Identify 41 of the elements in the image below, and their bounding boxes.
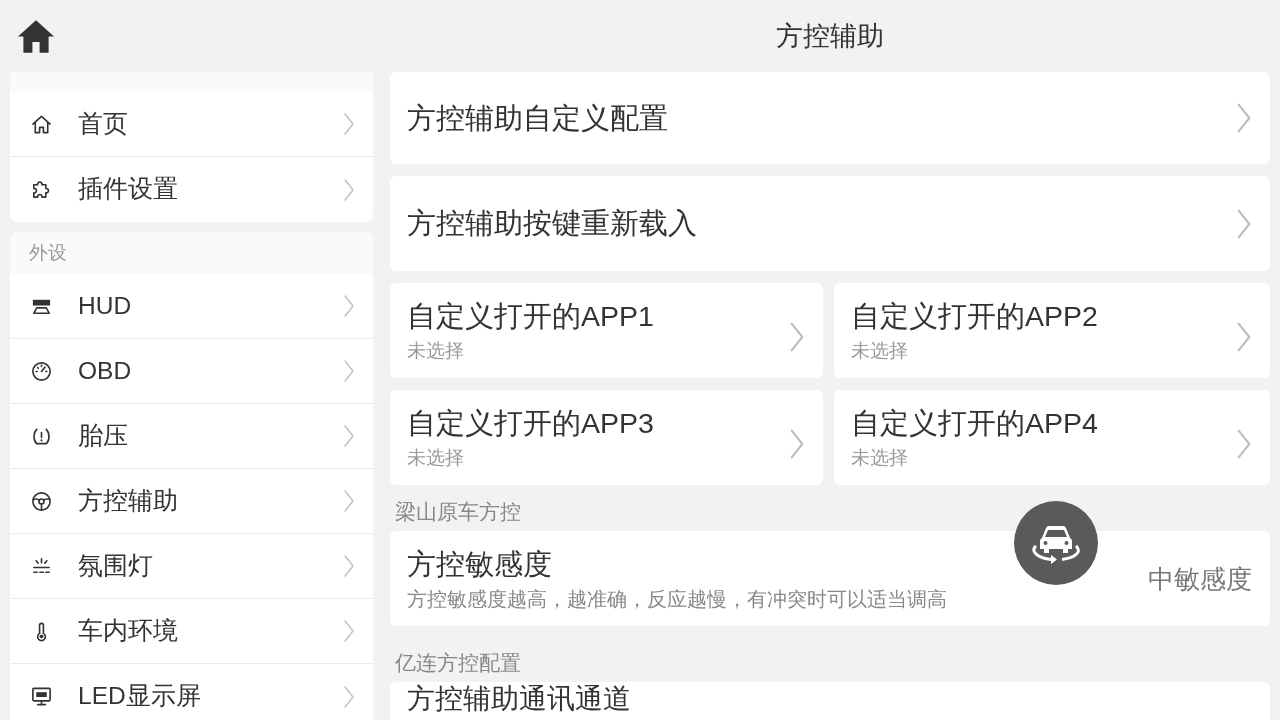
app-slot-card[interactable]: 自定义打开的APP3 未选择 [390,390,823,485]
chevron-icon [789,320,805,353]
chevron-icon [1236,207,1252,240]
sidebar-item[interactable]: 方控辅助 [10,469,373,534]
chevron-icon [343,619,355,643]
chevron-icon [343,424,355,448]
app-slot-card[interactable]: 自定义打开的APP4 未选择 [834,390,1270,485]
chevron-icon [789,427,805,460]
sidebar-item[interactable]: 首页 [10,92,373,157]
app-slot-card[interactable]: 自定义打开的APP1 未选择 [390,283,823,378]
section-title: 亿连方控配置 [395,652,521,674]
chevron-icon [1236,427,1252,460]
chevron-icon [343,684,355,709]
sidebar-item[interactable]: HUD [10,274,373,339]
app-slot-card[interactable]: 自定义打开的APP2 未选择 [834,283,1270,378]
chevron-icon [343,489,355,513]
car-rotate-icon[interactable] [1014,501,1098,585]
sidebar-item[interactable]: 插件设置 [10,157,373,222]
gauge-icon [30,359,53,383]
setting-row[interactable]: 方控敏感度 方控敏感度越高，越准确，反应越慢，有冲突时可以适当调高 中敏感度 [390,531,1270,626]
steering-wheel-icon [30,489,53,513]
sidebar-item[interactable]: 胎压 [10,404,373,469]
page-title: 方控辅助 [775,22,885,50]
sidebar-item[interactable]: LED显示屏 [10,664,373,720]
sidebar-item[interactable]: 车内环境 [10,599,373,664]
chevron-icon [343,554,355,578]
chevron-icon [343,359,355,383]
setting-row[interactable]: 方控辅助通讯通道 [390,682,1270,720]
monitor-icon [30,685,53,708]
sidebar-item[interactable]: OBD [10,339,373,404]
group-header: 外设 [10,232,373,274]
chevron-icon [343,177,355,202]
chevron-icon [1236,102,1252,134]
chevron-icon [1236,320,1252,353]
sidebar-item[interactable]: 氛围灯 [10,534,373,599]
home-icon[interactable] [18,19,54,53]
settings-link[interactable]: 方控辅助自定义配置 [390,72,1270,164]
chevron-icon [343,294,355,318]
chevron-icon [343,112,355,136]
section-title: 梁山原车方控 [395,501,521,523]
settings-link[interactable]: 方控辅助按键重新载入 [390,176,1270,271]
